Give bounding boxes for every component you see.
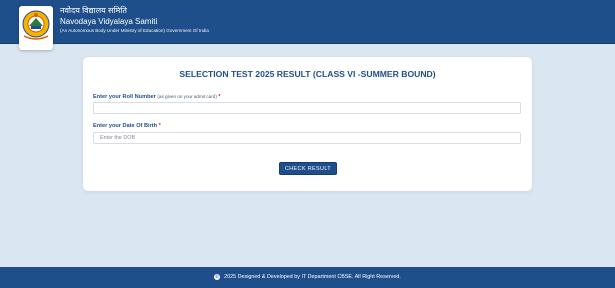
dob-input[interactable] [93, 132, 521, 144]
required-mark: * [158, 123, 161, 129]
roll-number-input[interactable] [93, 102, 521, 114]
site-header: नवोदय विद्यालय समिति Navodaya Vidyalaya … [0, 0, 615, 50]
site-footer: © 2025 Designed & Developed by IT Departm… [0, 267, 615, 288]
org-name-hindi: नवोदय विद्यालय समिति [60, 6, 127, 15]
check-result-button[interactable]: CHECK RESULT [279, 162, 337, 175]
copyright-icon: © [214, 273, 221, 280]
required-mark: * [218, 94, 221, 100]
nvs-emblem-icon[interactable] [19, 6, 53, 50]
footer-text: 2025 Designed & Developed by IT Departme… [224, 274, 401, 280]
roll-number-label: Enter your Roll Number (as given on your… [93, 94, 221, 100]
dob-label-text: Enter your Date Of Birth [93, 123, 158, 129]
dob-label: Enter your Date Of Birth * [93, 123, 161, 129]
org-name: Navodaya Vidyalaya Samiti [60, 17, 158, 26]
roll-number-hint: (as given on your admit card) [157, 94, 217, 99]
result-form-card: SELECTION TEST 2025 RESULT (CLASS VI -SU… [83, 57, 532, 191]
org-subtitle: (An Autonomous Body Under Ministry of Ed… [60, 28, 209, 33]
form-title: SELECTION TEST 2025 RESULT (CLASS VI -SU… [179, 69, 436, 79]
roll-number-label-text: Enter your Roll Number [93, 94, 156, 100]
